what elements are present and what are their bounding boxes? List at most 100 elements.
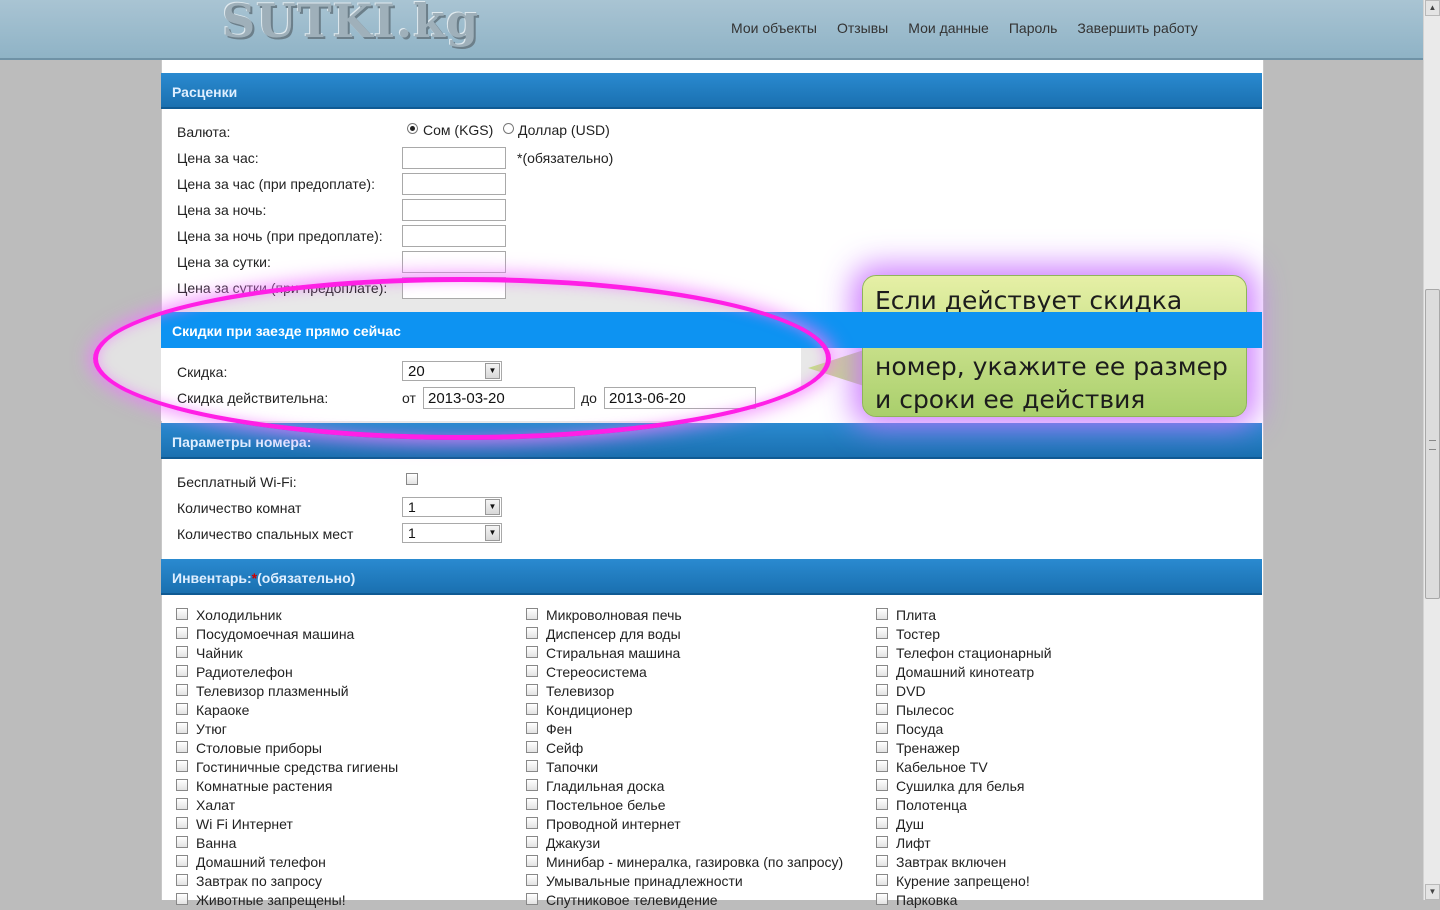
price-night-label: Цена за ночь: [177, 202, 267, 218]
inventory-checkbox[interactable] [176, 627, 188, 639]
inventory-checkbox[interactable] [526, 684, 538, 696]
currency-kgs-label[interactable]: Сом (KGS) [423, 122, 493, 138]
inventory-checkbox[interactable] [876, 836, 888, 848]
scroll-thumb[interactable] [1425, 289, 1440, 599]
inventory-item-label: Гладильная доска [546, 778, 665, 794]
inventory-checkbox[interactable] [876, 646, 888, 658]
beds-count-label: Количество спальных мест [177, 526, 354, 542]
scroll-down-icon[interactable]: ▼ [1425, 884, 1440, 900]
price-day-input[interactable] [402, 251, 506, 273]
price-hour-input[interactable] [402, 147, 506, 169]
inventory-checkbox[interactable] [526, 779, 538, 791]
inventory-checkbox[interactable] [176, 760, 188, 772]
nav-my-data[interactable]: Мои данные [908, 20, 989, 36]
nav-reviews[interactable]: Отзывы [837, 20, 888, 36]
wifi-checkbox[interactable] [406, 473, 418, 485]
currency-usd-label[interactable]: Доллар (USD) [518, 122, 610, 138]
inventory-checkbox[interactable] [176, 893, 188, 905]
inventory-checkbox[interactable] [176, 798, 188, 810]
inventory-checkbox[interactable] [176, 836, 188, 848]
inventory-item-label: Тренажер [896, 740, 960, 756]
inventory-checkbox[interactable] [526, 798, 538, 810]
inventory-item-label: Тапочки [546, 759, 599, 775]
inventory-checkbox[interactable] [176, 703, 188, 715]
inventory-checkbox[interactable] [876, 779, 888, 791]
inventory-item-label: Умывальные принадлежности [546, 873, 743, 889]
site-logo[interactable]: SUTKI.kg [222, 0, 479, 48]
inventory-checkbox[interactable] [876, 893, 888, 905]
inventory-checkbox[interactable] [526, 855, 538, 867]
chevron-down-icon: ▼ [485, 499, 500, 515]
inventory-item-label: Фен [546, 721, 573, 737]
nav-password[interactable]: Пароль [1009, 20, 1058, 36]
inventory-checkbox[interactable] [526, 893, 538, 905]
inventory-checkbox[interactable] [876, 608, 888, 620]
inventory-checkbox[interactable] [526, 608, 538, 620]
inventory-item-label: Wi Fi Интернет [196, 816, 293, 832]
inventory-item-label: Завтрак включен [896, 854, 1007, 870]
inventory-checkbox[interactable] [876, 665, 888, 677]
inventory-checkbox[interactable] [526, 760, 538, 772]
inventory-item-label: Телевизор плазменный [196, 683, 349, 699]
inventory-checkbox[interactable] [176, 817, 188, 829]
required-note: *(обязательно) [517, 150, 614, 166]
nav-logout[interactable]: Завершить работу [1077, 20, 1197, 36]
inventory-checkbox[interactable] [876, 627, 888, 639]
inventory-checkbox[interactable] [526, 836, 538, 848]
inventory-item-label: Полотенца [896, 797, 967, 813]
price-night-prepay-input[interactable] [402, 225, 506, 247]
inventory-item-label: Утюг [196, 721, 227, 737]
inventory-checkbox[interactable] [526, 874, 538, 886]
rooms-count-select[interactable]: 1 ▼ [402, 497, 502, 517]
inventory-checkbox[interactable] [876, 798, 888, 810]
price-hour-prepay-input[interactable] [402, 173, 506, 195]
inventory-item-label: Лифт [896, 835, 931, 851]
inventory-item-label: DVD [896, 683, 926, 699]
vertical-scrollbar[interactable]: ▲ ▼ [1423, 0, 1440, 900]
inventory-checkbox[interactable] [176, 608, 188, 620]
inventory-checkbox[interactable] [526, 741, 538, 753]
inventory-item-label: Парковка [896, 892, 958, 908]
inventory-checkbox[interactable] [176, 779, 188, 791]
currency-kgs-radio[interactable] [407, 123, 418, 134]
inventory-checkbox[interactable] [876, 703, 888, 715]
nav-my-objects[interactable]: Мои объекты [731, 20, 817, 36]
inventory-checkbox[interactable] [176, 684, 188, 696]
inventory-checkbox[interactable] [876, 741, 888, 753]
inventory-checkbox[interactable] [876, 684, 888, 696]
inventory-checkbox[interactable] [876, 760, 888, 772]
inventory-item-label: Диспенсер для воды [546, 626, 681, 642]
inventory-item-label: Микроволновая печь [546, 607, 682, 623]
inventory-checkbox[interactable] [876, 722, 888, 734]
inventory-checkbox[interactable] [176, 722, 188, 734]
beds-count-select[interactable]: 1 ▼ [402, 523, 502, 543]
rooms-count-label: Количество комнат [177, 500, 302, 516]
top-nav: Мои объекты Отзывы Мои данные Пароль Зав… [731, 20, 1198, 36]
inventory-item-label: Проводной интернет [546, 816, 681, 832]
beds-count-value: 1 [408, 525, 416, 541]
price-hour-label: Цена за час: [177, 150, 259, 166]
inventory-checkbox[interactable] [526, 817, 538, 829]
inventory-checkbox[interactable] [526, 722, 538, 734]
inventory-checkbox[interactable] [526, 703, 538, 715]
grip-icon [1429, 440, 1436, 450]
scroll-up-icon[interactable]: ▲ [1425, 0, 1440, 16]
inventory-checkbox[interactable] [876, 855, 888, 867]
inventory-checkbox[interactable] [176, 855, 188, 867]
inventory-checkbox[interactable] [876, 874, 888, 886]
inventory-checkbox[interactable] [526, 627, 538, 639]
wifi-label: Бесплатный Wi-Fi: [177, 474, 297, 490]
inventory-checkbox[interactable] [526, 646, 538, 658]
inventory-checkbox[interactable] [176, 646, 188, 658]
inventory-checkbox[interactable] [176, 665, 188, 677]
currency-usd-radio[interactable] [503, 123, 514, 134]
price-night-input[interactable] [402, 199, 506, 221]
price-night-prepay-label: Цена за ночь (при предоплате): [177, 228, 383, 244]
inventory-checkbox[interactable] [176, 874, 188, 886]
inventory-checkbox[interactable] [526, 665, 538, 677]
inventory-item-label: Халат [196, 797, 236, 813]
inventory-item-label: Курение запрещено! [896, 873, 1030, 889]
inventory-checkbox[interactable] [876, 817, 888, 829]
inventory-checkbox[interactable] [176, 741, 188, 753]
inventory-item-label: Джакузи [546, 835, 601, 851]
